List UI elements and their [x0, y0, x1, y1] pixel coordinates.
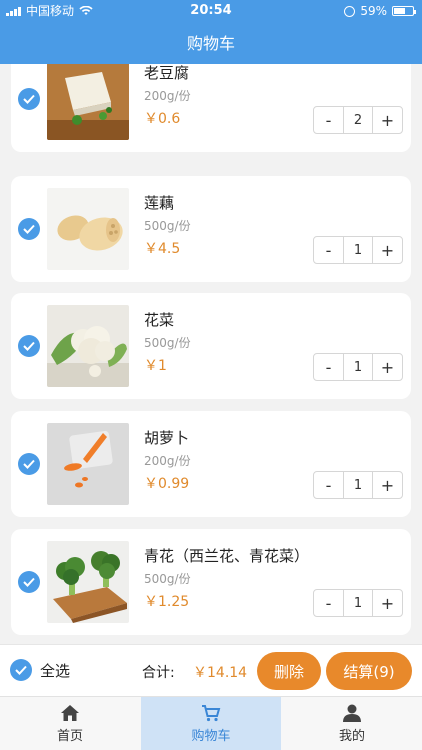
- item-name: 胡萝卜: [144, 429, 190, 447]
- check-icon: [23, 94, 35, 104]
- app-header: 中国移动 20:54 59% 购物车: [0, 0, 422, 64]
- item-checkbox[interactable]: [18, 88, 40, 110]
- increase-button[interactable]: +: [373, 590, 402, 616]
- cart-item-broccoli[interactable]: 青花（西兰花、青花菜） 500g/份 ￥1.25 - 1 +: [11, 529, 411, 635]
- item-price: ￥4.5: [144, 241, 181, 257]
- cauliflower-image: [47, 305, 129, 387]
- tofu-image: [47, 64, 129, 140]
- item-price: ￥1.25: [144, 594, 190, 610]
- status-bar: 中国移动 20:54 59%: [0, 0, 422, 22]
- item-spec: 500g/份: [144, 572, 191, 586]
- item-price: ￥0.6: [144, 111, 181, 127]
- quantity-value[interactable]: 1: [343, 590, 373, 616]
- quantity-stepper: - 2 +: [313, 106, 403, 134]
- item-name: 青花（西兰花、青花菜）: [144, 547, 310, 565]
- total-value: ￥14.14: [193, 665, 248, 681]
- quantity-value[interactable]: 1: [343, 354, 373, 380]
- quantity-stepper: - 1 +: [313, 236, 403, 264]
- tab-home-label: 首页: [56, 729, 83, 744]
- battery-fill: [394, 8, 405, 14]
- battery-icon: [392, 6, 416, 16]
- check-icon: [23, 341, 35, 351]
- item-checkbox[interactable]: [18, 335, 40, 357]
- total-label: 合计:: [142, 665, 175, 681]
- quantity-value[interactable]: 2: [343, 107, 373, 133]
- increase-button[interactable]: +: [373, 354, 402, 380]
- item-spec: 200g/份: [144, 89, 191, 103]
- quantity-stepper: - 1 +: [313, 589, 403, 617]
- increase-button[interactable]: +: [373, 107, 402, 133]
- select-all-checkbox[interactable]: [10, 659, 32, 681]
- battery-percent: 59%: [360, 4, 387, 18]
- item-price: ￥1: [144, 358, 167, 374]
- decrease-button[interactable]: -: [314, 472, 343, 498]
- cart-item-tofu[interactable]: 老豆腐 200g/份 ￥0.6 - 2 +: [11, 64, 411, 152]
- item-name: 花菜: [144, 311, 175, 329]
- cart-item-cauliflower[interactable]: 花菜 500g/份 ￥1 - 1 +: [11, 293, 411, 399]
- item-checkbox[interactable]: [18, 571, 40, 593]
- carrot-image: [47, 423, 129, 505]
- item-price: ￥0.99: [144, 476, 190, 492]
- tab-mine[interactable]: 我的: [282, 697, 422, 750]
- check-icon: [23, 224, 35, 234]
- home-icon: [61, 705, 79, 721]
- lotus-root-image: [47, 188, 129, 270]
- decrease-button[interactable]: -: [314, 354, 343, 380]
- item-name: 老豆腐: [144, 64, 190, 82]
- cart-item-lotus-root[interactable]: 莲藕 500g/份 ￥4.5 - 1 +: [11, 176, 411, 282]
- item-checkbox[interactable]: [18, 218, 40, 240]
- cart-summary-bar: 全选 合计: ￥14.14 删除 结算(9): [0, 644, 422, 696]
- tab-cart[interactable]: 购物车: [141, 697, 281, 750]
- tab-cart-label: 购物车: [191, 729, 231, 744]
- tab-mine-label: 我的: [338, 729, 365, 744]
- item-spec: 500g/份: [144, 336, 191, 350]
- quantity-stepper: - 1 +: [313, 353, 403, 381]
- delete-button[interactable]: 删除: [257, 652, 321, 690]
- cart-icon: [202, 705, 221, 722]
- select-all-toggle[interactable]: 全选: [10, 659, 70, 681]
- increase-button[interactable]: +: [373, 472, 402, 498]
- quantity-value[interactable]: 1: [343, 237, 373, 263]
- decrease-button[interactable]: -: [314, 237, 343, 263]
- tab-home[interactable]: 首页: [0, 697, 140, 750]
- bottom-tab-bar: 首页 购物车 我的: [0, 696, 422, 750]
- increase-button[interactable]: +: [373, 237, 402, 263]
- check-icon: [23, 577, 35, 587]
- item-name: 莲藕: [144, 194, 175, 212]
- cart-item-carrot[interactable]: 胡萝卜 200g/份 ￥0.99 - 1 +: [11, 411, 411, 517]
- decrease-button[interactable]: -: [314, 590, 343, 616]
- alarm-icon: [344, 5, 356, 17]
- select-all-label: 全选: [40, 661, 71, 680]
- item-spec: 500g/份: [144, 219, 191, 233]
- status-right: 59%: [344, 0, 416, 22]
- quantity-value[interactable]: 1: [343, 472, 373, 498]
- page-title: 购物车: [186, 34, 235, 53]
- check-icon: [15, 665, 27, 675]
- cart-list[interactable]: 老豆腐 200g/份 ￥0.6 - 2 + 莲藕 500g/份 ￥4.5 - 1…: [0, 64, 422, 644]
- item-spec: 200g/份: [144, 454, 191, 468]
- user-icon: [343, 704, 361, 722]
- check-icon: [23, 459, 35, 469]
- quantity-stepper: - 1 +: [313, 471, 403, 499]
- item-checkbox[interactable]: [18, 453, 40, 475]
- decrease-button[interactable]: -: [314, 107, 343, 133]
- broccoli-image: [47, 541, 129, 623]
- checkout-button[interactable]: 结算(9): [326, 652, 412, 690]
